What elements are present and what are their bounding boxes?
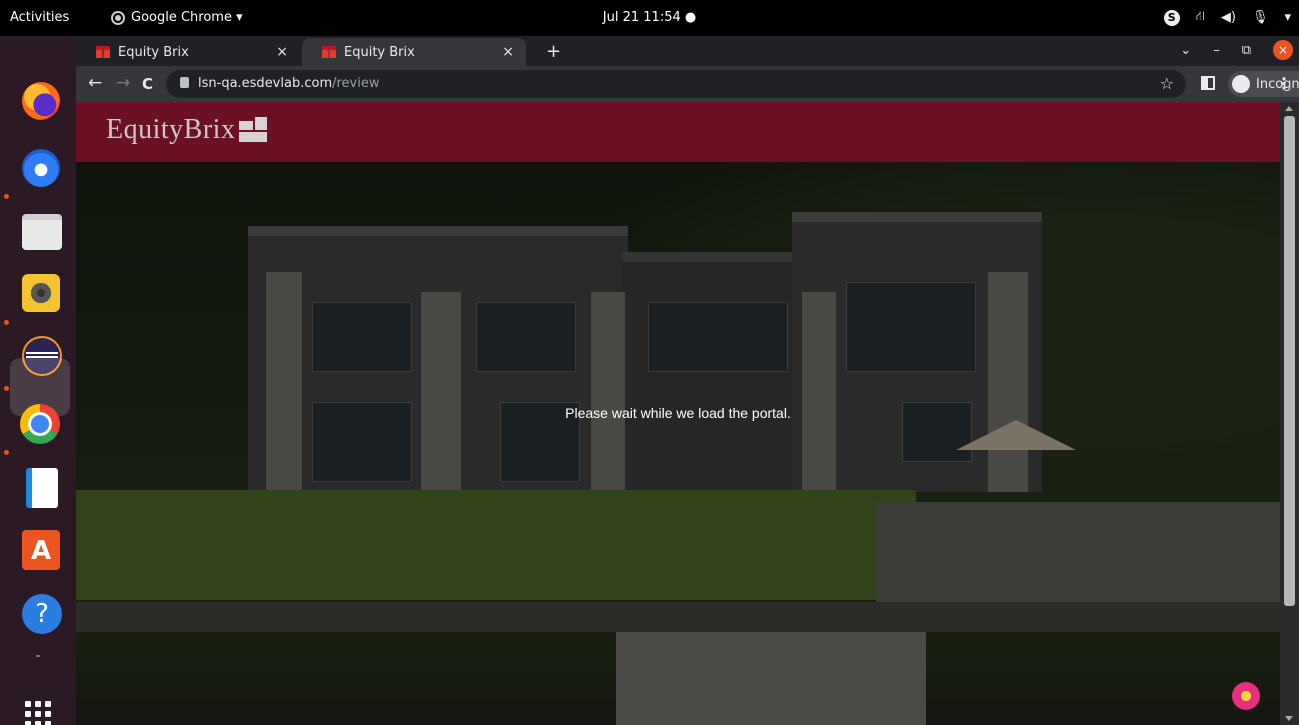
url-host: lsn-qa.esdevlab.com: [198, 76, 333, 91]
running-indicator: [4, 450, 9, 455]
address-bar[interactable]: lsn-qa.esdevlab.com/review ☆: [166, 70, 1186, 98]
help-icon[interactable]: ?: [22, 594, 62, 634]
logo-text: EquityBrix: [106, 114, 236, 145]
software-store-icon[interactable]: A: [22, 530, 60, 570]
tab-close-icon[interactable]: ×: [502, 44, 514, 60]
minimize-button[interactable]: –: [1213, 43, 1220, 58]
show-apps-icon[interactable]: [25, 701, 51, 725]
tab-search-chevron-icon[interactable]: ⌄: [1180, 43, 1191, 58]
page-scrollbar[interactable]: [1280, 102, 1299, 725]
hero-background-image: Please wait while we load the portal.: [76, 162, 1280, 725]
logo-bricks-icon: [237, 115, 269, 145]
tab-title: Equity Brix: [118, 44, 189, 60]
volume-icon[interactable]: ◀): [1221, 10, 1236, 25]
browser-window: Equity Brix × Equity Brix × + ⌄ – ⧉ × ← …: [76, 36, 1299, 725]
system-top-bar: Activities Google Chrome ▾ Jul 21 11:54 …: [0, 0, 1299, 36]
side-panel-icon[interactable]: [1201, 76, 1215, 90]
equitybrix-favicon-icon: [322, 46, 336, 58]
files-icon[interactable]: [22, 214, 62, 250]
system-menu-chevron-icon[interactable]: ▾: [1284, 10, 1291, 25]
forward-button[interactable]: →: [116, 73, 130, 93]
dock: A ?: [0, 36, 76, 725]
url-path: /review: [332, 76, 380, 91]
system-status-area[interactable]: S ⛙ ◀) 🎙 ▾: [1163, 9, 1291, 26]
house-window: [312, 302, 412, 372]
house-center-section: [622, 252, 802, 492]
clock[interactable]: Jul 21 11:54 ●: [0, 10, 1299, 25]
thunderbird-icon[interactable]: [22, 149, 60, 187]
browser-menu-icon[interactable]: ⋮: [1276, 74, 1292, 93]
running-indicator: [4, 194, 9, 199]
house-window: [846, 282, 976, 372]
restore-button[interactable]: ⧉: [1242, 43, 1251, 58]
skype-icon[interactable]: S: [1163, 9, 1180, 26]
stone-steps: [616, 632, 926, 725]
scroll-down-arrow-icon[interactable]: [1285, 716, 1293, 721]
tab-equity-brix-1[interactable]: Equity Brix ×: [76, 38, 300, 66]
lock-icon[interactable]: [180, 77, 189, 88]
stone-pillar: [988, 272, 1028, 492]
dock-separator: [36, 655, 40, 657]
lawn: [76, 490, 916, 600]
bookmark-star-icon[interactable]: ☆: [1160, 74, 1174, 93]
incognito-icon: [1232, 75, 1250, 93]
rhythmbox-icon[interactable]: [22, 274, 60, 312]
stone-pillar: [802, 292, 836, 492]
window-controls: ⌄ – ⧉ ×: [1180, 40, 1293, 60]
running-indicator: [4, 320, 9, 325]
page-viewport: EquityBrix Please wait while we load the…: [76, 102, 1280, 725]
writer-icon[interactable]: [26, 468, 58, 508]
stone-pillar: [591, 292, 625, 492]
tab-close-icon[interactable]: ×: [276, 44, 288, 60]
garden-wall: [76, 602, 1280, 632]
site-header: EquityBrix: [76, 102, 1280, 162]
stone-pillar: [266, 272, 302, 492]
equitybrix-logo[interactable]: EquityBrix: [106, 114, 269, 146]
firefox-icon[interactable]: [22, 82, 60, 120]
scrollbar-thumb[interactable]: [1284, 116, 1295, 606]
microphone-icon[interactable]: 🎙: [1252, 10, 1269, 25]
scroll-up-arrow-icon[interactable]: [1285, 106, 1293, 111]
equitybrix-favicon-icon: [96, 46, 110, 58]
loading-message: Please wait while we load the portal.: [565, 405, 791, 421]
stone-pillar: [421, 292, 461, 492]
house-window: [648, 302, 788, 372]
flower-widget-icon[interactable]: [1232, 682, 1260, 710]
url-text[interactable]: lsn-qa.esdevlab.com/review: [198, 76, 379, 91]
close-window-button[interactable]: ×: [1273, 40, 1293, 60]
back-button[interactable]: ←: [88, 73, 102, 93]
tab-strip: Equity Brix × Equity Brix × + ⌄ – ⧉ ×: [76, 36, 1299, 66]
running-indicator: [4, 386, 9, 391]
house-window: [476, 302, 576, 372]
reload-button[interactable]: C: [142, 75, 153, 93]
chrome-icon[interactable]: [20, 404, 60, 444]
network-icon[interactable]: ⛙: [1196, 9, 1205, 26]
tab-title: Equity Brix: [344, 44, 415, 60]
tab-equity-brix-2[interactable]: Equity Brix ×: [302, 38, 526, 66]
browser-toolbar: ← → C lsn-qa.esdevlab.com/review ☆ Incog…: [76, 66, 1299, 102]
new-tab-button[interactable]: +: [546, 41, 561, 62]
